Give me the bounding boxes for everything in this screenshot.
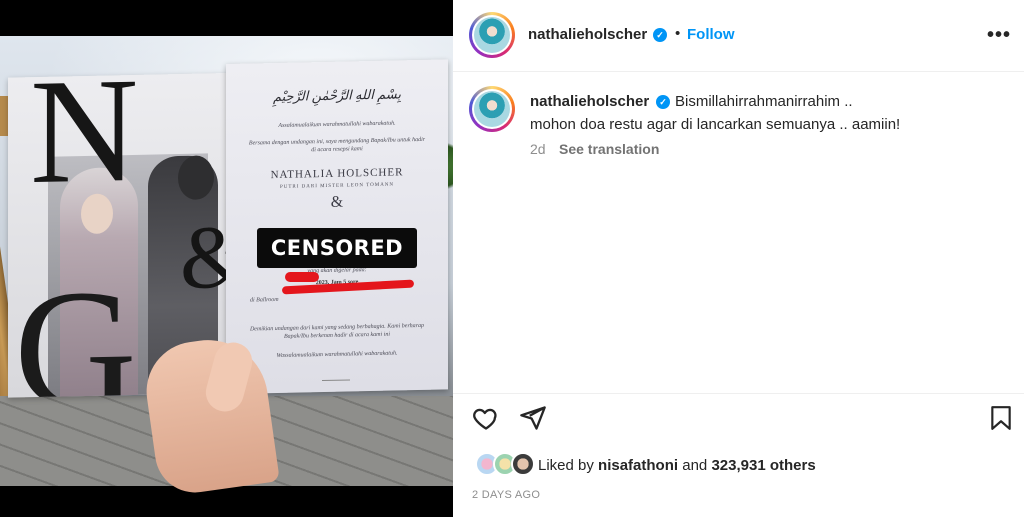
caption-text-line1: Bismillahirrahmanirrahim .. [675, 93, 853, 110]
invitation-divider [322, 379, 350, 382]
invitation-closing: Demikian undangan dari kami yang sedang … [249, 322, 425, 340]
more-options-icon[interactable]: ••• [987, 24, 1011, 47]
likes-prefix: Liked by [538, 457, 594, 474]
actions-divider [453, 393, 1024, 394]
invitation-greeting: Assalamualaikum warahmatullahi wabarakat… [278, 120, 396, 129]
monogram-g: G [14, 253, 137, 398]
censored-label: CENSORED [257, 228, 417, 268]
verified-badge-icon: ✓ [653, 28, 667, 42]
liker-avatar [511, 452, 535, 476]
post-side-panel: nathalieholscher ✓ • Follow ••• nathalie… [453, 0, 1024, 517]
invitation-arabic: بِسْمِ اللهِ الرَّحْمٰنِ الرَّحِيْمِ [272, 86, 401, 105]
caption-username[interactable]: nathalieholscher [530, 93, 649, 110]
verified-badge-icon: ✓ [656, 95, 670, 109]
caption-timestamp[interactable]: 2d [530, 141, 546, 157]
share-icon[interactable] [519, 404, 547, 432]
heart-icon[interactable] [472, 404, 500, 432]
caption-avatar[interactable] [469, 86, 515, 132]
bookmark-icon[interactable] [988, 404, 1014, 432]
liker-avatars[interactable] [475, 452, 535, 476]
header-separator: • [675, 25, 681, 42]
monogram-ampersand: & [180, 207, 228, 309]
invitation-right-page: بِسْمِ اللهِ الرَّحْمٰنِ الرَّحِيْمِ Ass… [226, 59, 448, 395]
see-translation-button[interactable]: See translation [559, 141, 659, 157]
likes-summary: Liked by nisafathoni and 323,931 others [538, 457, 816, 474]
likes-count[interactable]: 323,931 others [711, 457, 815, 474]
invitation-bride-parent: PUTRI DARI MISTER LEON TOMANN [279, 182, 395, 190]
liker-username[interactable]: nisafathoni [598, 457, 678, 474]
invitation-intro: Bersama dengan undangan ini, saya mengun… [248, 136, 426, 154]
post-date[interactable]: 2 DAYS AGO [472, 489, 540, 501]
caption-text-line2: mohon doa restu agar di lancarkan semuan… [530, 116, 901, 133]
author-username[interactable]: nathalieholscher [528, 26, 647, 43]
likes-conjunction: and [682, 457, 708, 474]
post-header: nathalieholscher ✓ • Follow ••• [453, 0, 1024, 72]
invitation-ampersand: & [330, 193, 344, 211]
author-avatar[interactable] [469, 12, 515, 58]
follow-button[interactable]: Follow [687, 26, 735, 43]
invitation-bride-name: NATHALIA HOLSCHER [270, 166, 404, 182]
monogram-n: N [30, 73, 139, 216]
invitation-venue: di Ballroom [250, 296, 279, 304]
censor-mark-1 [285, 272, 319, 282]
invitation-wassalam: Wassalamualaikum warahmatullahi wabaraka… [276, 350, 398, 359]
post-media[interactable]: N G & بِسْمِ اللهِ الرَّحْمٰنِ الرَّحِيْ… [0, 0, 453, 517]
instagram-post-view: N G & بِسْمِ اللهِ الرَّحْمٰنِ الرَّحِيْ… [0, 0, 1024, 517]
